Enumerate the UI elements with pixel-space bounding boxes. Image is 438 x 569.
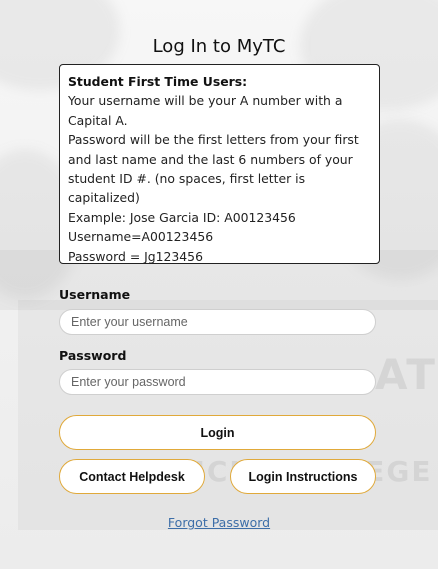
forgot-password-container: Forgot Password: [0, 515, 438, 530]
notice-line: Capital A.: [68, 112, 128, 128]
notice-line: Example: Jose Garcia ID: A00123456: [68, 209, 296, 225]
notice-heading: Student First Time Users:: [68, 74, 248, 89]
login-instructions-button[interactable]: Login Instructions: [230, 459, 376, 494]
notice-line: Password will be the first letters from …: [68, 132, 359, 148]
notice-line: student ID #. (no spaces, first letter i…: [68, 171, 306, 206]
contact-helpdesk-button[interactable]: Contact Helpdesk: [59, 459, 205, 494]
forgot-password-link[interactable]: Forgot Password: [168, 515, 270, 530]
notice-line: Password = Jg123456: [68, 248, 203, 264]
username-label: Username: [59, 287, 131, 302]
page-title: Log In to MyTC: [152, 36, 286, 57]
password-label: Password: [59, 348, 127, 363]
notice-line: Your username will be your A number with…: [68, 93, 343, 109]
username-input[interactable]: [59, 309, 376, 335]
notice-line: and last name and the last 6 numbers of …: [68, 151, 353, 167]
notice-line: Username=A00123456: [68, 229, 214, 245]
password-input[interactable]: [59, 369, 376, 395]
first-time-users-notice: Student First Time Users: Your username …: [59, 64, 380, 264]
login-button[interactable]: Login: [59, 415, 376, 450]
